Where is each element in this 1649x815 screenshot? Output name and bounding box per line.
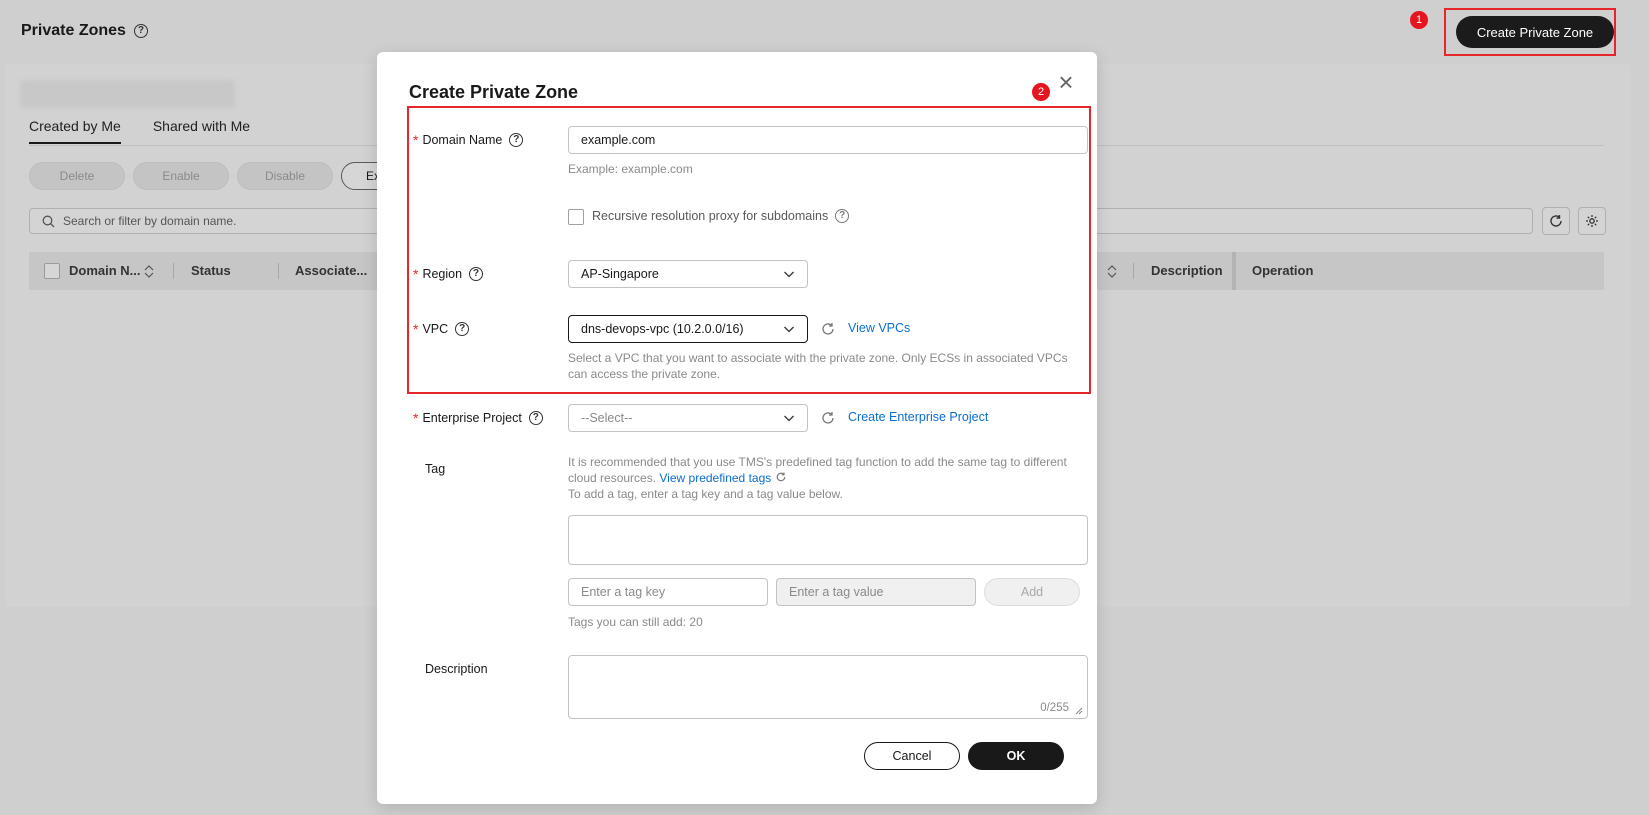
step-badge-1: 1 bbox=[1410, 11, 1428, 29]
tag-info: It is recommended that you use TMS's pre… bbox=[568, 455, 1067, 501]
gear-icon bbox=[1586, 215, 1598, 227]
sort-icon[interactable] bbox=[144, 265, 154, 278]
highlight-form-section bbox=[407, 106, 1091, 394]
tag-value-input[interactable]: Enter a tag value bbox=[776, 578, 976, 606]
close-icon[interactable]: × bbox=[1055, 69, 1077, 95]
step-badge-2: 2 bbox=[1032, 83, 1050, 101]
column-description: Description bbox=[1151, 263, 1223, 278]
chevron-down-icon bbox=[784, 415, 794, 422]
refresh-icon[interactable] bbox=[820, 410, 836, 426]
refresh-button[interactable] bbox=[1542, 207, 1570, 235]
tab-bar: Created by Me Shared with Me bbox=[29, 118, 250, 144]
view-predefined-tags-link[interactable]: View predefined tags bbox=[659, 471, 771, 485]
enterprise-project-label: * Enterprise Project ? bbox=[413, 410, 543, 426]
cancel-button[interactable]: Cancel bbox=[864, 742, 960, 770]
enable-button[interactable]: Enable bbox=[133, 162, 229, 190]
column-separator bbox=[278, 263, 279, 279]
description-label: Description bbox=[425, 662, 488, 676]
description-textarea[interactable]: 0/255 bbox=[568, 655, 1088, 719]
ok-button[interactable]: OK bbox=[968, 742, 1064, 770]
refresh-icon bbox=[1550, 215, 1562, 227]
column-divider-thick bbox=[1232, 252, 1236, 290]
create-enterprise-project-link[interactable]: Create Enterprise Project bbox=[848, 410, 988, 424]
tags-remaining: Tags you can still add: 20 bbox=[568, 615, 703, 629]
column-associated: Associate... bbox=[295, 263, 368, 278]
tag-info-line2: cloud resources. View predefined tags bbox=[568, 470, 1067, 486]
disable-button[interactable]: Disable bbox=[237, 162, 333, 190]
add-tag-button[interactable]: Add bbox=[984, 578, 1080, 606]
search-icon bbox=[42, 215, 55, 227]
description-counter: 0/255 bbox=[1040, 702, 1069, 714]
column-domain-name[interactable]: Domain N... bbox=[69, 263, 141, 278]
delete-button[interactable]: Delete bbox=[29, 162, 125, 190]
tag-key-input[interactable]: Enter a tag key bbox=[568, 578, 768, 606]
column-separator bbox=[1133, 263, 1134, 279]
help-icon[interactable]: ? bbox=[133, 24, 148, 38]
tag-list-box bbox=[568, 515, 1088, 565]
help-icon[interactable]: ? bbox=[528, 411, 543, 425]
sort-icon[interactable] bbox=[1107, 265, 1117, 278]
resize-handle-icon[interactable] bbox=[1075, 707, 1083, 715]
select-all-checkbox[interactable] bbox=[44, 263, 60, 279]
settings-button[interactable] bbox=[1578, 207, 1606, 235]
column-separator bbox=[173, 263, 174, 279]
tag-label: Tag bbox=[425, 462, 446, 476]
tab-shared-with-me[interactable]: Shared with Me bbox=[153, 118, 250, 144]
enterprise-project-select[interactable]: --Select-- bbox=[568, 404, 808, 432]
tab-created-by-me[interactable]: Created by Me bbox=[29, 118, 121, 144]
required-mark: * bbox=[413, 410, 419, 426]
blurred-region bbox=[20, 80, 235, 108]
page-title: Private Zones ? bbox=[21, 22, 148, 40]
highlight-create-button bbox=[1444, 8, 1616, 56]
dialog-title: Create Private Zone bbox=[409, 82, 579, 102]
column-operation: Operation bbox=[1252, 263, 1314, 278]
column-status: Status bbox=[191, 263, 231, 278]
refresh-icon[interactable] bbox=[775, 471, 787, 483]
